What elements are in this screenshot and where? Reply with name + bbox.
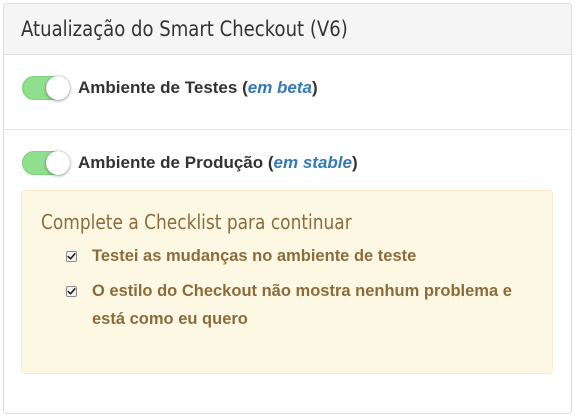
test-environment-row: Ambiente de Testes (em beta) <box>4 55 571 130</box>
checklist-item-checkbox[interactable] <box>66 251 77 262</box>
test-environment-label-prefix: Ambiente de Testes ( <box>78 78 248 97</box>
toggle-knob <box>46 151 70 175</box>
checklist-item: O estilo do Checkout não mostra nenhum p… <box>66 282 526 333</box>
production-environment-label: Ambiente de Produção (em stable) <box>78 153 358 173</box>
test-environment-toggle[interactable] <box>22 76 70 100</box>
checkmark-icon <box>67 253 76 260</box>
production-environment-row: Ambiente de Produção (em stable) Complet… <box>4 130 571 413</box>
checklist-title: Complete a Checklist para continuar <box>41 210 352 234</box>
production-environment-label-prefix: Ambiente de Produção ( <box>78 153 274 172</box>
production-environment-stage: em stable <box>273 153 352 172</box>
production-environment-label-suffix: ) <box>351 153 358 172</box>
panel-title: Atualização do Smart Checkout (V6) <box>21 17 348 41</box>
smart-checkout-panel: Atualização do Smart Checkout (V6) Ambie… <box>3 3 572 414</box>
test-environment-stage: em beta <box>247 78 312 97</box>
checklist-item-label: Testei as mudanças no ambiente de teste <box>92 247 417 265</box>
checklist-item-label: O estilo do Checkout não mostra nenhum p… <box>92 282 512 328</box>
test-environment-toggle-line: Ambiente de Testes (em beta) <box>22 76 318 100</box>
production-environment-toggle[interactable] <box>22 151 70 175</box>
test-environment-label-suffix: ) <box>311 78 318 97</box>
toggle-knob <box>46 76 70 100</box>
checklist: Testei as mudanças no ambiente de teste … <box>66 247 526 345</box>
checkmark-icon <box>67 288 76 295</box>
test-environment-label: Ambiente de Testes (em beta) <box>78 78 318 98</box>
production-environment-toggle-line: Ambiente de Produção (em stable) <box>22 151 358 175</box>
panel-header: Atualização do Smart Checkout (V6) <box>4 4 571 55</box>
checklist-item-checkbox[interactable] <box>66 286 77 297</box>
checklist-alert: Complete a Checklist para continuar Test… <box>21 190 553 374</box>
checklist-item: Testei as mudanças no ambiente de teste <box>66 247 526 270</box>
